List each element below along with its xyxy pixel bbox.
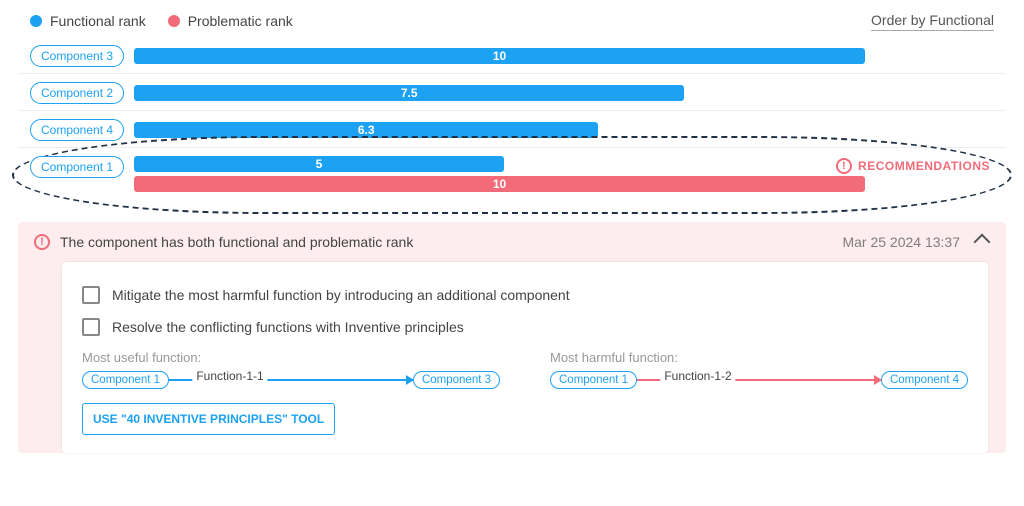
arrow-icon: [759, 379, 881, 381]
todo-item: Mitigate the most harmful function by in…: [82, 286, 968, 304]
component-chip[interactable]: Component 2: [30, 82, 124, 104]
panel-title: The component has both functional and pr…: [60, 234, 842, 250]
chart-row: Component 2 7.5: [18, 74, 1006, 111]
flow-segment: Function-1-2: [637, 379, 759, 381]
recommendation-panel: The component has both functional and pr…: [18, 222, 1006, 453]
legend: Functional rank Problematic rank: [30, 13, 293, 29]
flow-segment: Function-1-1: [169, 379, 291, 381]
recommendations-link[interactable]: RECOMMENDATIONS: [836, 158, 990, 174]
function-flow-harmful: Component 1 Function-1-2 Component 4: [550, 371, 968, 389]
component-chip[interactable]: Component 1: [30, 156, 124, 178]
flow-to-chip[interactable]: Component 3: [413, 371, 500, 389]
warning-icon: [34, 234, 50, 250]
bar-area: 5 10 RECOMMENDATIONS: [134, 156, 994, 192]
ranking-chart: Functional rank Problematic rank Order b…: [18, 4, 1006, 198]
flow-to-chip[interactable]: Component 4: [881, 371, 968, 389]
checkbox[interactable]: [82, 286, 100, 304]
panel-timestamp: Mar 25 2024 13:37: [842, 234, 960, 250]
bar-area: 10: [134, 48, 994, 64]
functional-bar: 6.3: [134, 122, 598, 138]
legend-item-functional: Functional rank: [30, 13, 146, 29]
arrow-icon: [291, 379, 413, 381]
section-label: Most harmful function:: [550, 350, 968, 365]
warning-icon: [836, 158, 852, 174]
flow-from-chip[interactable]: Component 1: [550, 371, 637, 389]
function-flow-useful: Component 1 Function-1-1 Component 3: [82, 371, 500, 389]
recommendations-label: RECOMMENDATIONS: [858, 159, 990, 173]
bar-area: 7.5: [134, 85, 994, 101]
legend-label: Functional rank: [50, 13, 146, 29]
function-grid: Most useful function: Component 1 Functi…: [82, 350, 968, 435]
dot-icon: [30, 15, 42, 27]
component-chip[interactable]: Component 4: [30, 119, 124, 141]
bar-area: 6.3: [134, 122, 994, 138]
panel-header[interactable]: The component has both functional and pr…: [18, 222, 1006, 262]
flow-from-chip[interactable]: Component 1: [82, 371, 169, 389]
flow-function-label: Function-1-1: [192, 369, 267, 383]
chart-row: Component 4 6.3: [18, 111, 1006, 148]
chart-row: Component 3 10: [18, 37, 1006, 74]
checkbox[interactable]: [82, 318, 100, 336]
legend-item-problematic: Problematic rank: [168, 13, 293, 29]
problematic-bar: 10: [134, 176, 865, 192]
flow-function-label: Function-1-2: [660, 369, 735, 383]
dot-icon: [168, 15, 180, 27]
functional-bar: 7.5: [134, 85, 684, 101]
section-label: Most useful function:: [82, 350, 500, 365]
chevron-up-icon[interactable]: [974, 234, 991, 251]
chart-header: Functional rank Problematic rank Order b…: [18, 10, 1006, 37]
panel-body: Mitigate the most harmful function by in…: [62, 262, 988, 453]
todo-item: Resolve the conflicting functions with I…: [82, 318, 968, 336]
chart-row-highlighted: Component 1 5 10 RECOMMENDATIONS: [18, 148, 1006, 198]
inventive-principles-button[interactable]: USE "40 INVENTIVE PRINCIPLES" TOOL: [82, 403, 335, 435]
functional-bar: 10: [134, 48, 865, 64]
harmful-function-col: Most harmful function: Component 1 Funct…: [550, 350, 968, 435]
component-chip[interactable]: Component 3: [30, 45, 124, 67]
functional-bar: 5: [134, 156, 504, 172]
legend-label: Problematic rank: [188, 13, 293, 29]
todo-label: Resolve the conflicting functions with I…: [112, 319, 464, 335]
chart-rows: Component 3 10 Component 2 7.5 Component…: [18, 37, 1006, 198]
useful-function-col: Most useful function: Component 1 Functi…: [82, 350, 500, 435]
todo-label: Mitigate the most harmful function by in…: [112, 287, 570, 303]
order-by-dropdown[interactable]: Order by Functional: [871, 10, 994, 31]
